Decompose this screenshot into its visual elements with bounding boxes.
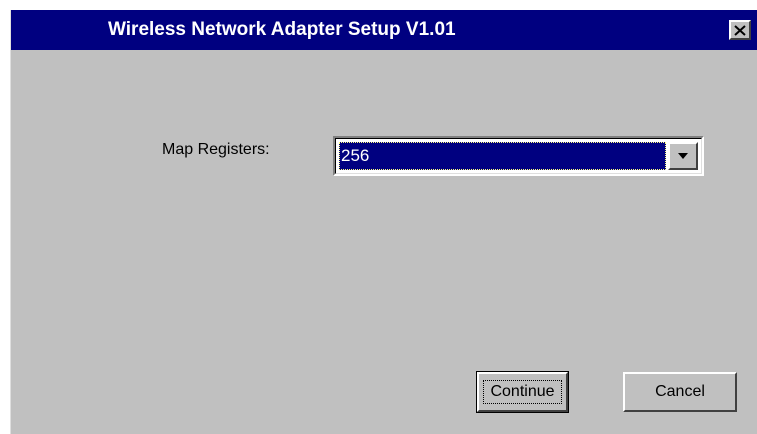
setup-dialog: Wireless Network Adapter Setup V1.01 Map… [10,10,757,434]
chevron-down-icon [678,153,688,159]
cancel-button[interactable]: Cancel [623,372,737,412]
close-icon [734,24,746,36]
map-registers-dropdown[interactable]: 256 [333,136,704,176]
close-button[interactable] [729,20,751,40]
dropdown-arrow-button[interactable] [668,142,698,170]
continue-button-label: Continue [483,380,562,404]
map-registers-selected-value[interactable]: 256 [339,142,666,170]
title-bar[interactable]: Wireless Network Adapter Setup V1.01 [11,10,757,50]
window-title: Wireless Network Adapter Setup V1.01 [108,19,456,40]
continue-button[interactable]: Continue [476,371,569,413]
dropdown-frame: 256 [335,138,702,174]
map-registers-label: Map Registers: [162,141,270,158]
cancel-button-label: Cancel [655,383,705,400]
